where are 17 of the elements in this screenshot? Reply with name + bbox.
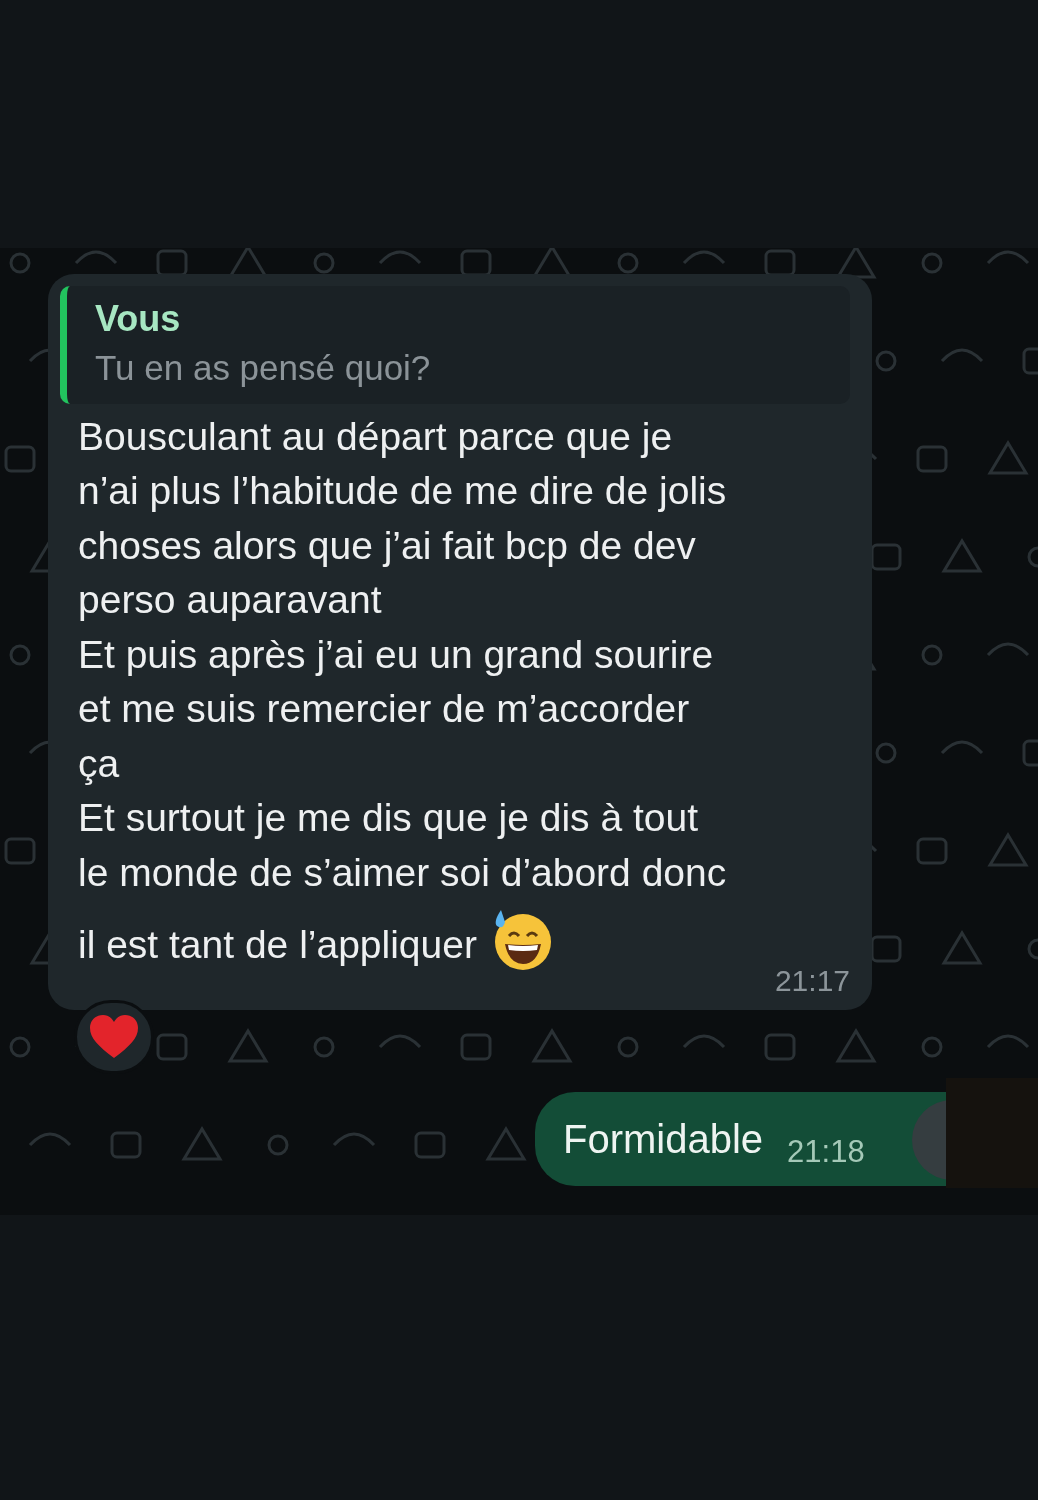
quote-author: Vous [95,297,182,341]
message-text: ça [78,740,121,787]
message-time: 21:17 [774,964,850,998]
message-text: Et surtout je me dis que je dis à tout [78,795,699,842]
message-text: il est tant de l’appliquer [78,921,477,968]
quoted-message[interactable]: Vous Tu en as pensé quoi? [60,286,850,404]
message-text: Et puis après j’ai eu un grand sourire [78,631,715,678]
heart-icon [88,1014,140,1061]
message-text: n’ai plus l’habitude de me dire de jolis [78,468,728,515]
message-text: et me suis remercier de m’accorder [78,686,691,733]
message-text: perso auparavant [78,577,383,624]
message-text: choses alors que j’ai fait bcp de dev [78,522,697,569]
message-text: Bousculant au départ parce que je [78,413,674,460]
message-text: le monde de s’aimer soi d’abord donc [78,849,728,896]
message-text: Formidable [563,1116,764,1164]
message-time: 21:18 [787,1133,865,1172]
quote-text: Tu en as pensé quoi? [95,346,432,389]
